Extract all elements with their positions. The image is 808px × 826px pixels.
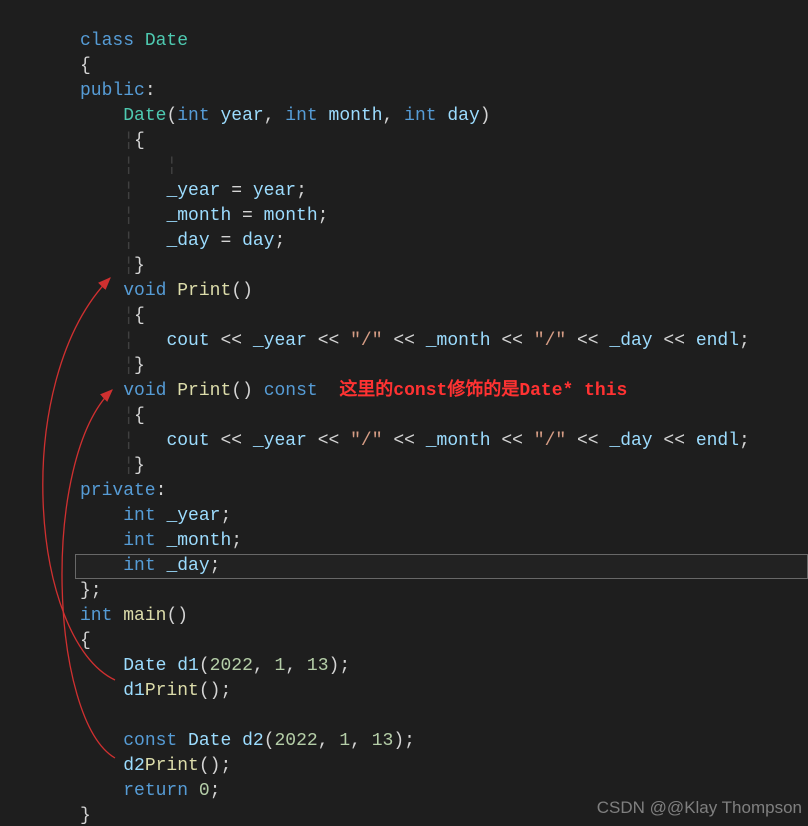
code-line: ¦} bbox=[80, 356, 145, 376]
kw-private: private bbox=[80, 481, 156, 501]
annotation-text: 这里的const修饰的是Date* this bbox=[339, 381, 627, 401]
code-line: int _year; bbox=[80, 506, 231, 526]
code-line: Date(int year, int month, int day) bbox=[80, 106, 491, 126]
code-line: ¦} bbox=[80, 256, 145, 276]
code-line: ¦} bbox=[80, 456, 145, 476]
code-line: int _day; bbox=[80, 556, 220, 576]
kw-class: class bbox=[80, 31, 134, 51]
code-line: ¦ cout << _year << "/" << _month << "/" … bbox=[80, 431, 750, 451]
code-line: private: bbox=[80, 481, 166, 501]
code-line: ¦ cout << _year << "/" << _month << "/" … bbox=[80, 331, 750, 351]
code-line: ¦{ bbox=[80, 131, 145, 151]
code-line: ¦ _month = month; bbox=[80, 206, 328, 226]
code-line: d1Print(); bbox=[80, 681, 231, 701]
code-line: ¦ ¦ bbox=[80, 156, 177, 176]
code-line: } bbox=[80, 806, 91, 826]
code-line: }; bbox=[80, 581, 102, 601]
code-line: d2Print(); bbox=[80, 756, 231, 776]
code-line: const Date d2(2022, 1, 13); bbox=[80, 731, 415, 751]
code-line: Date d1(2022, 1, 13); bbox=[80, 656, 350, 676]
code-line: int main() bbox=[80, 606, 188, 626]
code-line: ¦ _year = year; bbox=[80, 181, 307, 201]
code-line: void Print() const 这里的const修饰的是Date* thi… bbox=[80, 381, 627, 401]
code-line: int _month; bbox=[80, 531, 242, 551]
code-line: ¦{ bbox=[80, 406, 145, 426]
type-date: Date bbox=[145, 31, 188, 51]
code-line: public: bbox=[80, 81, 156, 101]
code-line: { bbox=[80, 631, 91, 651]
code-line: ¦{ bbox=[80, 306, 145, 326]
code-line: void Print() bbox=[80, 281, 253, 301]
code-line: { bbox=[80, 56, 91, 76]
code-editor: class Date { public: Date(int year, int … bbox=[0, 0, 808, 826]
code-line: return 0; bbox=[80, 781, 220, 801]
code-line: class Date bbox=[80, 31, 188, 51]
kw-public: public bbox=[80, 81, 145, 101]
watermark: CSDN @@Klay Thompson bbox=[597, 798, 802, 818]
code-line: ¦ _day = day; bbox=[80, 231, 285, 251]
